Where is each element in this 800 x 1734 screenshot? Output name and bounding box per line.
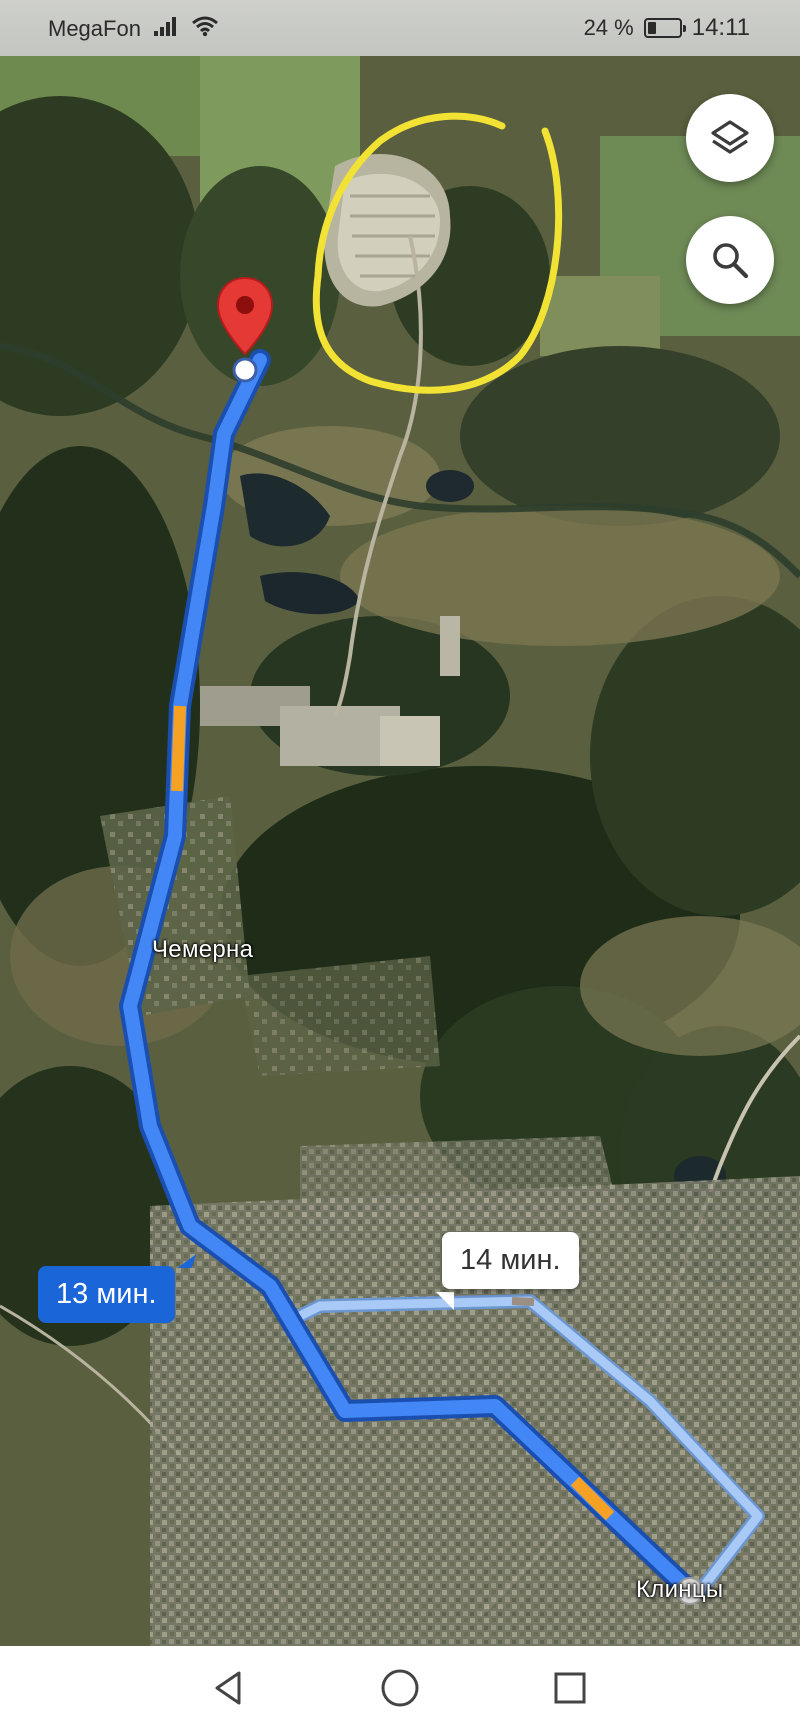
wifi-icon (191, 15, 219, 43)
battery-icon (643, 18, 686, 38)
primary-route-eta[interactable]: 13 мин. (38, 1266, 175, 1323)
system-navigation-bar (0, 1646, 800, 1734)
recents-button[interactable] (540, 1660, 600, 1720)
back-button[interactable] (199, 1660, 259, 1720)
phone-screen: MegaFon 24 % 14:11 Чемерна Клинцы 13 мин… (0, 0, 800, 1734)
layers-button[interactable] (686, 94, 774, 182)
battery-percent: 24 % (583, 15, 634, 40)
town-label: Клинцы (636, 1576, 724, 1603)
alternate-route-eta[interactable]: 14 мин. (442, 1232, 579, 1289)
home-circle-icon (379, 1667, 421, 1714)
signal-icon (153, 15, 179, 43)
recents-square-icon (550, 1668, 590, 1713)
alternate-eta-tail (436, 1292, 454, 1310)
satellite-map[interactable]: Чемерна Клинцы 13 мин. 14 мин. (0, 56, 800, 1646)
home-button[interactable] (370, 1660, 430, 1720)
back-triangle-icon (209, 1668, 249, 1713)
search-icon (708, 238, 752, 282)
battery-level-fill (647, 22, 656, 34)
status-right: 24 % 14:11 (584, 14, 750, 42)
location-pin-icon[interactable] (215, 276, 275, 366)
status-bar: MegaFon 24 % 14:11 (0, 0, 800, 56)
layers-icon (708, 116, 752, 160)
status-left: MegaFon (48, 15, 219, 43)
carrier-name: MegaFon (48, 16, 141, 41)
clock: 14:11 (691, 14, 750, 41)
map-canvas (0, 56, 800, 1646)
search-button[interactable] (686, 216, 774, 304)
village-label: Чемерна (152, 936, 254, 963)
primary-eta-text: 13 мин. (56, 1278, 157, 1310)
alternate-eta-text: 14 мин. (460, 1244, 561, 1276)
